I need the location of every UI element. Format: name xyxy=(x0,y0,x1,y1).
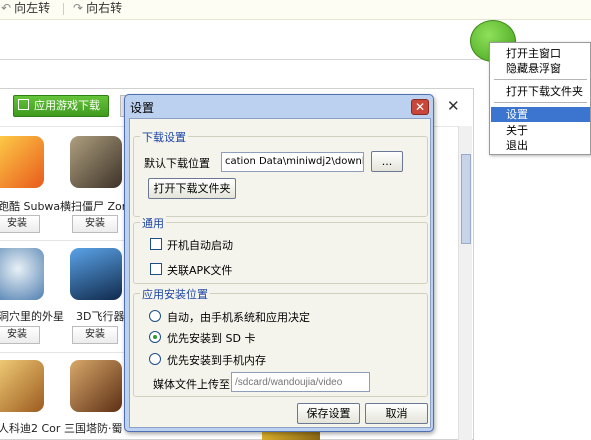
rotate-left-label: 向左转 xyxy=(14,1,51,15)
install-button[interactable]: 安装 xyxy=(0,215,40,233)
list-divider xyxy=(0,352,124,353)
app-name[interactable]: 洞穴里的外星 xyxy=(0,308,64,324)
install-button[interactable]: 安装 xyxy=(0,326,40,344)
media-upload-field[interactable] xyxy=(231,372,370,392)
menu-divider xyxy=(494,102,587,103)
context-menu: 打开主窗口 隐藏悬浮窗 打开下载文件夹 设置 关于 退出 xyxy=(489,42,591,155)
dialog-body: 下载设置 默认下载位置 cation Data\miniwdj2\downloa… xyxy=(129,118,431,428)
prefer-internal-label[interactable]: 优先安装到手机内存 xyxy=(167,352,266,368)
toolbar-divider xyxy=(63,3,64,15)
download-location-label: 默认下载位置 xyxy=(144,157,210,170)
browse-button[interactable]: ... xyxy=(371,151,403,172)
install-button[interactable]: 安装 xyxy=(72,215,118,233)
menu-divider xyxy=(494,79,587,80)
prefer-sd-label[interactable]: 优先安装到 SD 卡 xyxy=(167,330,255,346)
app-name[interactable]: 横扫僵尸 Zom xyxy=(60,198,132,214)
open-download-folder-button[interactable]: 打开下载文件夹 xyxy=(148,178,236,199)
associate-apk-checkbox[interactable] xyxy=(150,263,162,275)
rotate-right-button[interactable]: ↷ 向右转 xyxy=(73,0,122,20)
rotate-right-icon: ↷ xyxy=(73,1,84,15)
menu-item-hide-float[interactable]: 隐藏悬浮窗 xyxy=(491,61,590,76)
install-location-group: 应用安装位置 自动，由手机系统和应用决定 优先安装到 SD 卡 优先安装到手机内… xyxy=(133,286,428,397)
general-legend: 通用 xyxy=(140,215,166,231)
media-upload-label: 媒体文件上传至 xyxy=(153,378,230,391)
autostart-checkbox[interactable] xyxy=(150,238,162,250)
menu-item-settings[interactable]: 设置 xyxy=(491,107,590,122)
auto-label[interactable]: 自动，由手机系统和应用决定 xyxy=(167,309,310,325)
alien-cave-icon[interactable] xyxy=(0,248,44,300)
download-settings-legend: 下载设置 xyxy=(140,129,188,145)
prefer-sd-radio[interactable] xyxy=(149,331,161,343)
turbo-fly-icon[interactable] xyxy=(70,248,122,300)
auto-radio[interactable] xyxy=(149,310,161,322)
image-viewer-toolbar: ↶ 向左转 ↷ 向右转 xyxy=(0,0,591,20)
rotate-right-label: 向右转 xyxy=(86,1,123,15)
install-location-legend: 应用安装位置 xyxy=(140,286,210,302)
rotate-left-button[interactable]: ↶ 向左转 xyxy=(1,0,50,20)
app-list-scrollbar[interactable] xyxy=(458,126,472,440)
three-kingdoms-icon[interactable] xyxy=(70,360,122,412)
general-group: 通用 开机自动启动 关联APK文件 xyxy=(133,215,428,284)
autostart-label[interactable]: 开机自动启动 xyxy=(167,237,233,253)
dialog-close-button[interactable]: ✕ xyxy=(411,99,429,115)
download-games-label: 应用游戏下载 xyxy=(34,99,100,112)
install-button[interactable]: 安装 xyxy=(72,326,118,344)
download-location-field[interactable]: cation Data\miniwdj2\download\ xyxy=(221,152,364,172)
zombie-shooter-icon[interactable] xyxy=(70,136,122,188)
menu-item-exit[interactable]: 退出 xyxy=(491,138,590,153)
settings-dialog: 设置 ✕ 下载设置 默认下载位置 cation Data\miniwdj2\do… xyxy=(124,94,434,432)
scrollbar-thumb[interactable] xyxy=(461,154,471,244)
app-name[interactable]: 人科迪2 Cor xyxy=(0,420,60,436)
app-close-icon[interactable]: ✕ xyxy=(447,97,460,115)
download-settings-group: 下载设置 默认下载位置 cation Data\miniwdj2\downloa… xyxy=(133,129,428,217)
download-games-button[interactable]: 应用游戏下载 xyxy=(13,95,109,117)
save-settings-button[interactable]: 保存设置 xyxy=(297,403,360,424)
menu-item-about[interactable]: 关于 xyxy=(491,123,590,138)
list-divider xyxy=(0,240,124,241)
subway-surfers-icon[interactable] xyxy=(0,136,44,188)
download-grid-icon xyxy=(18,99,29,110)
menu-item-open-download-folder[interactable]: 打开下载文件夹 xyxy=(491,84,590,99)
rotate-left-icon: ↶ xyxy=(1,1,12,15)
associate-apk-label[interactable]: 关联APK文件 xyxy=(167,262,232,278)
crash-bandicoot-icon[interactable] xyxy=(0,360,44,412)
menu-item-open-main[interactable]: 打开主窗口 xyxy=(491,46,590,61)
dialog-title: 设置 xyxy=(130,101,155,115)
cancel-button[interactable]: 取消 xyxy=(365,403,428,424)
app-name[interactable]: 三国塔防·蜀 xyxy=(64,420,123,436)
prefer-internal-radio[interactable] xyxy=(149,353,161,365)
app-name[interactable]: 3D飞行器 xyxy=(76,308,124,324)
app-name[interactable]: 跑酷 Subwa xyxy=(0,198,60,214)
